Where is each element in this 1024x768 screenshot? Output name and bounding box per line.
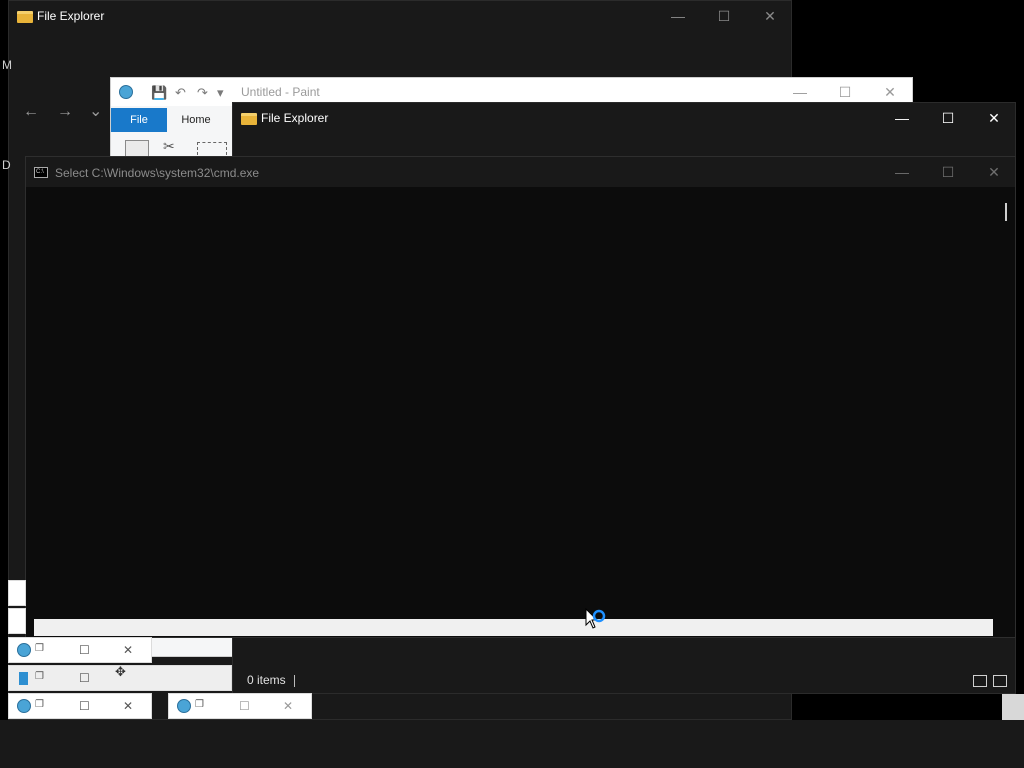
edge-text-fragment: M bbox=[2, 58, 12, 72]
back-arrow-icon[interactable]: ← bbox=[23, 103, 39, 121]
close-icon[interactable]: ✕ bbox=[123, 699, 133, 713]
close-icon[interactable]: ✕ bbox=[123, 643, 133, 657]
minimize-button[interactable]: — bbox=[879, 103, 925, 133]
tab-home[interactable]: Home bbox=[171, 108, 221, 132]
window-title: Select C:\Windows\system32\cmd.exe bbox=[55, 166, 260, 180]
restore-icon[interactable]: ❐ bbox=[35, 699, 44, 710]
paint-thumb-1[interactable]: ❐ ☐ ✕ bbox=[8, 637, 152, 663]
restore-icon[interactable]: ❐ bbox=[195, 699, 204, 710]
close-icon[interactable]: ✕ bbox=[283, 699, 293, 713]
horizontal-scrollbar[interactable] bbox=[34, 619, 993, 636]
edge-text-fragment: D bbox=[2, 158, 11, 172]
paint-app-icon bbox=[177, 699, 191, 713]
window-title: Untitled - Paint bbox=[241, 85, 320, 99]
busy-cursor-icon bbox=[585, 607, 609, 641]
restore-icon[interactable]: ❐ bbox=[35, 643, 44, 654]
move-cursor-icon: ✥ bbox=[115, 664, 126, 679]
console-area[interactable] bbox=[26, 187, 1015, 637]
maximize-button[interactable]: ☐ bbox=[925, 103, 971, 133]
window-title: File Explorer bbox=[37, 9, 105, 23]
status-item-count: 0 items bbox=[247, 673, 286, 687]
paint-app-icon bbox=[119, 85, 133, 99]
maximize-icon[interactable]: ☐ bbox=[239, 699, 250, 713]
thumbnail-fragment[interactable] bbox=[8, 580, 26, 606]
undo-icon[interactable]: ↶ bbox=[175, 85, 186, 101]
maximize-button[interactable]: ☐ bbox=[925, 157, 971, 187]
taskbar-area bbox=[0, 720, 1024, 768]
save-icon[interactable]: 💾 bbox=[151, 85, 167, 101]
recent-locations-icon[interactable]: ⌄ bbox=[89, 101, 102, 121]
large-icons-view-icon[interactable] bbox=[993, 675, 1007, 687]
cmd-app-icon: C:\ bbox=[34, 167, 48, 178]
status-divider bbox=[294, 675, 295, 687]
notepad-thumb[interactable]: ❐ ☐ ✥ bbox=[8, 664, 232, 691]
cut-icon[interactable]: ✂ bbox=[163, 138, 175, 155]
folder-icon bbox=[241, 113, 257, 125]
tab-file[interactable]: File bbox=[111, 108, 167, 132]
window-edge-fragment bbox=[1002, 694, 1024, 720]
paint-thumb-3[interactable]: ❐ ☐ ✕ bbox=[168, 693, 312, 719]
maximize-icon[interactable]: ☐ bbox=[79, 699, 90, 713]
redo-icon[interactable]: ↷ bbox=[197, 85, 208, 101]
close-button[interactable]: ✕ bbox=[747, 1, 793, 31]
window-title: File Explorer bbox=[261, 111, 329, 125]
thumbnail-fragment[interactable] bbox=[8, 608, 26, 634]
cmd-titlebar[interactable]: C:\ Select C:\Windows\system32\cmd.exe —… bbox=[26, 157, 1015, 187]
paint-thumb-2[interactable]: ❐ ☐ ✕ bbox=[8, 693, 152, 719]
folder-icon bbox=[17, 11, 33, 23]
paint-app-icon bbox=[17, 699, 31, 713]
cmd-window[interactable]: C:\ Select C:\Windows\system32\cmd.exe —… bbox=[25, 156, 1016, 638]
customize-qat-icon[interactable]: ▾ bbox=[217, 85, 224, 101]
forward-arrow-icon[interactable]: → bbox=[57, 103, 73, 121]
details-view-icon[interactable] bbox=[973, 675, 987, 687]
maximize-icon[interactable]: ☐ bbox=[79, 643, 90, 657]
paint-app-icon bbox=[17, 643, 31, 657]
vertical-scrollbar[interactable] bbox=[1005, 203, 1007, 221]
restore-icon[interactable]: ❐ bbox=[35, 671, 44, 682]
minimize-button[interactable]: — bbox=[879, 157, 925, 187]
maximize-icon[interactable]: ☐ bbox=[79, 671, 90, 685]
minimize-button[interactable]: — bbox=[655, 1, 701, 31]
notepad-app-icon bbox=[19, 672, 28, 685]
close-button[interactable]: ✕ bbox=[971, 103, 1017, 133]
close-button[interactable]: ✕ bbox=[971, 157, 1017, 187]
maximize-button[interactable]: ☐ bbox=[701, 1, 747, 31]
